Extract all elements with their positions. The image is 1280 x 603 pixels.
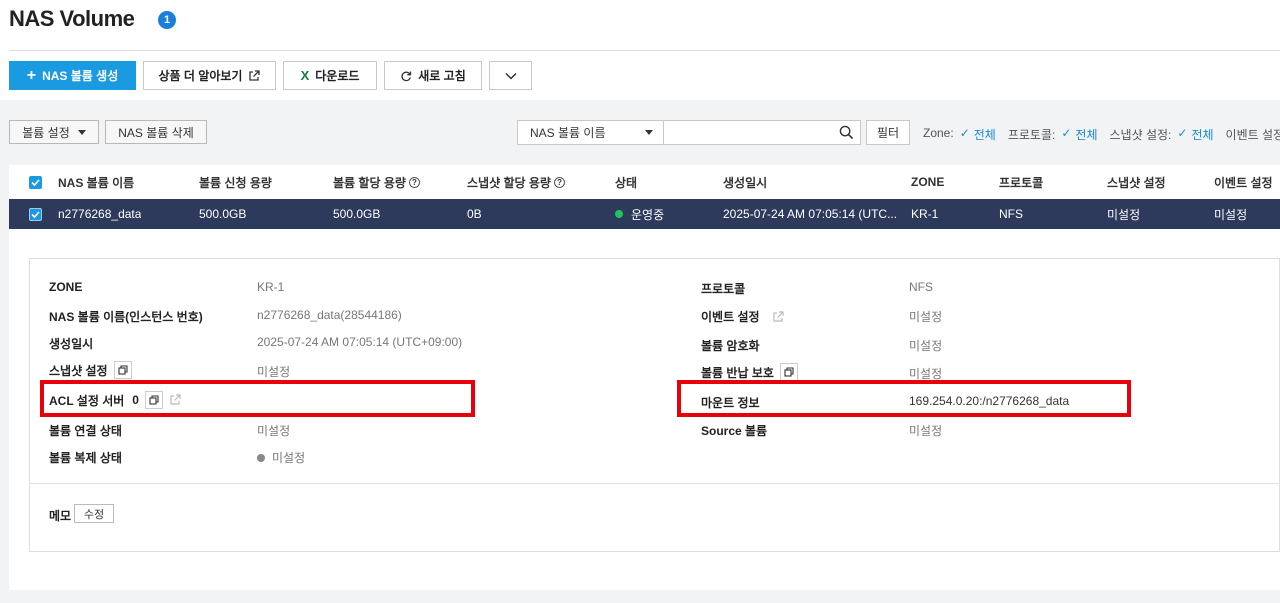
detail-value-snapshot: 미설정 — [257, 365, 291, 379]
table-row[interactable]: n2776268_data 500.0GB 500.0GB 0B 운영중 202… — [9, 199, 1280, 229]
detail-label-zone: ZONE — [49, 280, 83, 294]
detail-value-replication: 미설정 — [257, 449, 305, 466]
col-header-requested[interactable]: 볼륨 신청 용량 — [199, 165, 272, 199]
col-header-name[interactable]: NAS 볼륨 이름 — [58, 165, 134, 199]
search-input[interactable] — [664, 120, 861, 145]
check-icon: ✓ — [959, 126, 970, 140]
memo-label: 메모 — [49, 509, 72, 523]
check-icon: ✓ — [1061, 126, 1072, 140]
detail-value-event: 미설정 — [909, 310, 943, 324]
more-dropdown-button[interactable] — [489, 61, 532, 90]
row-requested: 500.0GB — [199, 207, 247, 221]
row-protocol: NFS — [999, 207, 1023, 221]
status-dot-icon — [257, 453, 265, 462]
col-header-zone[interactable]: ZONE — [911, 165, 944, 199]
col-header-created[interactable]: 생성일시 — [723, 165, 767, 199]
row-created: 2025-07-24 AM 07:05:14 (UTC... — [723, 207, 898, 221]
plus-icon: + — [26, 66, 37, 84]
row-zone: KR-1 — [911, 207, 939, 221]
highlight-mount-info — [677, 380, 1131, 417]
detail-label-encryption: 볼륨 암호화 — [701, 339, 760, 353]
row-allocated: 500.0GB — [333, 207, 381, 221]
copy-icon[interactable] — [779, 363, 798, 381]
filter-button[interactable]: 필터 — [866, 120, 910, 145]
row-event-setting: 미설정 — [1214, 207, 1248, 222]
row-snapshot-allocated: 0B — [467, 207, 482, 221]
detail-value-name: n2776268_data(28544186) — [257, 308, 402, 322]
col-header-event-setting[interactable]: 이벤트 설정 — [1214, 165, 1273, 199]
table-header: NAS 볼륨 이름 볼륨 신청 용량 볼륨 할당 용량? 스냅샷 할당 용량? … — [9, 165, 1280, 199]
memo-edit-button[interactable]: 수정 — [74, 504, 114, 523]
detail-label-event: 이벤트 설정 — [701, 308, 784, 325]
count-badge: 1 — [158, 11, 176, 29]
detail-label-created: 생성일시 — [49, 337, 94, 351]
detail-label-name: NAS 볼륨 이름(인스턴스 번호) — [49, 310, 203, 324]
status-dot-icon — [615, 210, 623, 218]
memo-divider — [29, 483, 1280, 484]
search-field-select[interactable]: NAS 볼륨 이름 — [517, 120, 664, 145]
detail-value-connection: 미설정 — [257, 424, 291, 438]
row-checkbox[interactable] — [29, 199, 42, 229]
chevron-down-icon — [504, 72, 517, 80]
check-icon: ✓ — [1177, 126, 1188, 140]
select-all-checkbox[interactable] — [29, 165, 42, 199]
col-header-status[interactable]: 상태 — [615, 165, 637, 199]
detail-value-protocol: NFS — [909, 280, 933, 294]
highlight-acl-server — [40, 380, 475, 417]
col-header-snapshot-setting[interactable]: 스냅샷 설정 — [1107, 165, 1166, 199]
detail-label-source-volume: Source 볼륨 — [701, 424, 768, 438]
check-icon — [31, 178, 40, 186]
row-status: 운영중 — [615, 199, 664, 229]
detail-value-encryption: 미설정 — [909, 339, 943, 353]
col-header-snapshot-allocated[interactable]: 스냅샷 할당 용량? — [467, 165, 565, 199]
page-header: NAS Volume 1 + NAS 볼륨 생성 상품 더 알아보기 X 다운로… — [0, 0, 1280, 100]
detail-value-source-volume: 미설정 — [909, 424, 943, 438]
detail-label-connection: 볼륨 연결 상태 — [49, 424, 122, 438]
detail-label-protocol: 프로토콜 — [701, 282, 746, 296]
download-button[interactable]: X 다운로드 — [283, 61, 377, 90]
excel-icon: X — [300, 68, 310, 83]
learn-more-button[interactable]: 상품 더 알아보기 — [143, 61, 276, 90]
create-nas-volume-button[interactable]: + NAS 볼륨 생성 — [9, 61, 136, 90]
detail-value-created: 2025-07-24 AM 07:05:14 (UTC+09:00) — [257, 335, 463, 349]
search-icon[interactable] — [839, 125, 854, 140]
row-snapshot-setting: 미설정 — [1107, 207, 1141, 222]
col-header-protocol[interactable]: 프로토콜 — [999, 165, 1043, 199]
header-divider — [9, 50, 1280, 51]
detail-label-replication: 볼륨 복제 상태 — [49, 451, 122, 465]
copy-icon[interactable] — [113, 361, 132, 379]
detail-label-return-protection: 볼륨 반납 보호 — [701, 363, 798, 381]
row-name: n2776268_data — [58, 207, 142, 221]
volume-settings-dropdown[interactable]: 볼륨 설정 — [9, 120, 99, 144]
col-header-allocated[interactable]: 볼륨 할당 용량? — [333, 165, 420, 199]
refresh-icon — [401, 71, 412, 81]
help-icon[interactable]: ? — [553, 176, 565, 188]
external-link-icon[interactable] — [772, 310, 784, 323]
help-icon[interactable]: ? — [408, 176, 420, 188]
page-title: NAS Volume — [9, 6, 135, 31]
detail-value-zone: KR-1 — [257, 280, 285, 294]
external-link-icon — [249, 69, 261, 81]
filter-summary[interactable]: Zone: ✓ 전체 프로토콜: ✓ 전체 스냅샷 설정: ✓ 전체 이벤트 설… — [923, 126, 1280, 143]
caret-down-icon — [77, 129, 86, 135]
detail-label-snapshot: 스냅샷 설정 — [49, 361, 132, 379]
caret-down-icon — [645, 130, 653, 135]
check-icon — [31, 210, 40, 218]
refresh-button[interactable]: 새로 고침 — [384, 61, 482, 90]
delete-nas-volume-button[interactable]: NAS 볼륨 삭제 — [105, 120, 207, 144]
